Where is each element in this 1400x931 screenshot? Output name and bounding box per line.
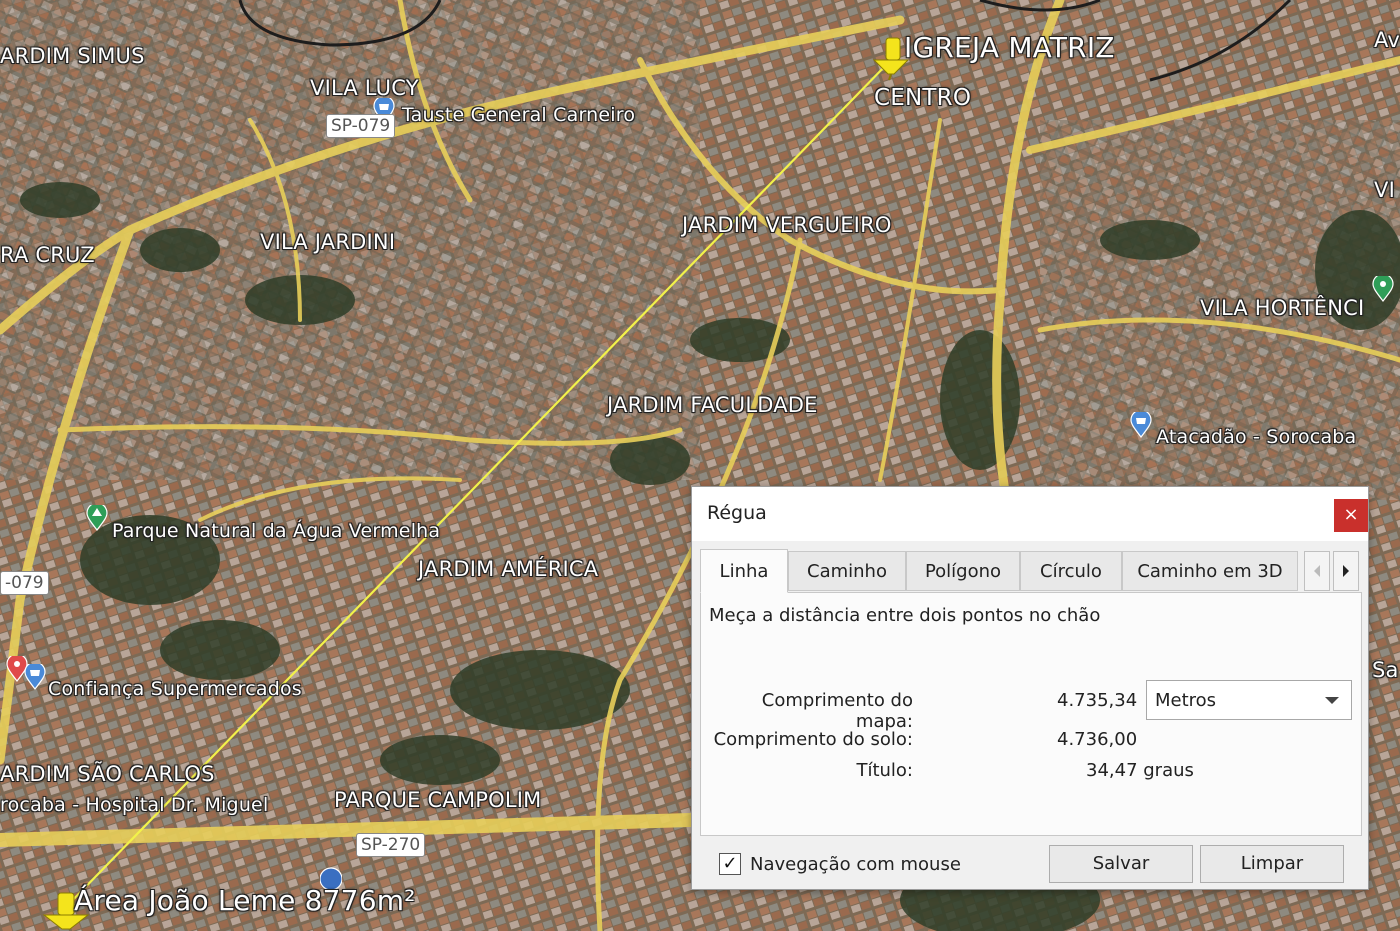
map-label-jardim-simus: ARDIM SIMUS [0, 44, 145, 68]
tab-scroll-left-button[interactable] [1304, 551, 1330, 591]
ground-length-value: 4.736,00 [1057, 729, 1138, 750]
map-label-centro: CENTRO [874, 85, 972, 111]
ruler-dialog: Régua × Linha Caminho Polígono Círculo C… [691, 486, 1369, 890]
tab-poligono[interactable]: Polígono [906, 551, 1020, 591]
chevron-down-icon [1325, 697, 1339, 704]
dialog-title: Régua [707, 502, 767, 524]
map-label-vila-hortencia: VILA HORTÊNCI [1200, 296, 1365, 320]
tab-caminho[interactable]: Caminho [788, 551, 906, 591]
park-pin-icon[interactable] [1372, 276, 1394, 302]
dialog-titlebar[interactable]: Régua × [692, 487, 1368, 541]
road-shield-sp079: SP-079 [326, 114, 396, 138]
tab-panel-linha: Meça a distância entre dois pontos no ch… [700, 592, 1362, 836]
close-button[interactable]: × [1334, 499, 1368, 532]
map-length-value: 4.735,34 [1057, 690, 1138, 711]
mouse-navigation-label[interactable]: Navegação com mouse [750, 854, 961, 875]
map-label-edge-vi: VI [1374, 178, 1395, 202]
mouse-navigation-checkbox[interactable]: ✓ [719, 853, 741, 875]
map-label-confianca[interactable]: Confiança Supermercados [48, 678, 302, 700]
map-length-label: Comprimento do mapa: [761, 690, 913, 732]
tab-scroll-right-button[interactable] [1333, 551, 1359, 591]
save-button[interactable]: Salvar [1049, 845, 1193, 883]
map-label-vila-lucy: VILA LUCY [310, 76, 419, 100]
map-label-atacadao[interactable]: Atacadão - Sorocaba [1156, 426, 1356, 448]
tab-linha[interactable]: Linha [700, 549, 788, 593]
unit-select-value: Metros [1155, 690, 1217, 711]
map-label-edge-sa: Sa [1372, 658, 1399, 682]
map-label-edge-av: Av [1374, 28, 1400, 52]
measure-description: Meça a distância entre dois pontos no ch… [709, 605, 1101, 626]
heading-label: Título: [856, 760, 913, 781]
map-label-jardim-faculdade: JARDIM FACULDADE [607, 393, 818, 417]
unit-select[interactable]: Metros [1146, 680, 1352, 720]
chevron-left-icon [1314, 565, 1320, 577]
map-label-tauste[interactable]: Tauste General Carneiro [402, 104, 635, 126]
tab-circulo[interactable]: Círculo [1020, 551, 1122, 591]
park-pin-icon[interactable] [86, 505, 108, 531]
map-label-cruz: RA CRUZ [0, 243, 95, 267]
road-shield-sp079-left: -079 [0, 571, 49, 595]
map-label-area-joao-leme[interactable]: Área João Leme 8776m² [74, 884, 416, 917]
ground-length-label: Comprimento do solo: [713, 729, 913, 750]
road-shield-sp270: SP-270 [356, 833, 426, 857]
map-label-vila-jardini: VILA JARDINI [260, 230, 396, 254]
tab-caminho-3d[interactable]: Caminho em 3D [1122, 551, 1298, 591]
clear-button[interactable]: Limpar [1200, 845, 1344, 883]
map-label-parque-natural[interactable]: Parque Natural da Água Vermelha [112, 520, 440, 542]
map-label-parque-campolim: PARQUE CAMPOLIM [334, 788, 542, 812]
chevron-right-icon [1343, 565, 1349, 577]
map-label-jardim-america: JARDIM AMÉRICA [418, 557, 599, 581]
map-label-jardim-sao-carlos: ARDIM SÃO CARLOS [0, 762, 215, 786]
map-label-igreja-matriz[interactable]: IGREJA MATRIZ [904, 31, 1115, 64]
map-label-jardim-vergueiro: JARDIM VERGUEIRO [682, 213, 892, 237]
map-label-hospital[interactable]: rocaba - Hospital Dr. Miguel [0, 794, 268, 816]
shopping-pin-icon[interactable] [24, 664, 46, 690]
shopping-pin-icon[interactable] [1130, 412, 1152, 438]
heading-value: 34,47 graus [1086, 760, 1194, 781]
